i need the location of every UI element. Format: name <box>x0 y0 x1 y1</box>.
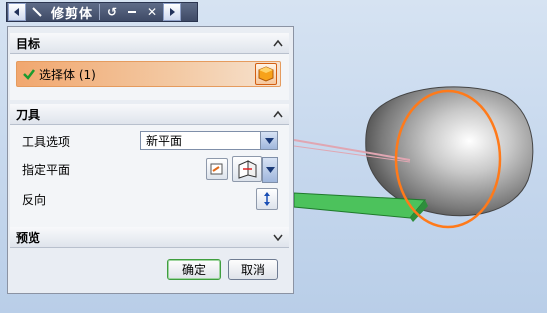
select-body-label: 选择体 (1) <box>39 67 96 82</box>
checkmark-icon <box>23 68 35 80</box>
solid-body-icon[interactable] <box>255 63 277 85</box>
cancel-button-label: 取消 <box>240 263 265 277</box>
chevron-up-icon[interactable] <box>270 106 286 122</box>
section-target-header[interactable]: 目标 <box>10 33 289 54</box>
ok-button[interactable]: 确定 <box>167 259 221 280</box>
section-target-title: 目标 <box>16 36 41 51</box>
tool-option-value: 新平面 <box>146 134 183 148</box>
inferred-plane-icon[interactable] <box>232 156 262 182</box>
reverse-label: 反向 <box>22 192 47 207</box>
section-tool-title: 刀具 <box>16 107 41 122</box>
dialog-footer: 确定 取消 <box>10 255 289 289</box>
right-arrow-icon[interactable] <box>163 3 182 21</box>
tool-option-row: 工具选项 新平面 <box>10 127 289 155</box>
reset-icon[interactable]: ↺ <box>103 3 121 21</box>
pin-icon[interactable] <box>28 3 46 21</box>
section-tool: 刀具 工具选项 新平面 指定平面 反向 <box>10 104 289 229</box>
titlebar-divider <box>99 4 101 20</box>
section-tool-header[interactable]: 刀具 <box>10 104 289 125</box>
chevron-down-icon[interactable] <box>260 132 277 149</box>
trimmed-body <box>365 86 534 217</box>
chevron-down-icon[interactable] <box>270 229 286 245</box>
specify-plane-label: 指定平面 <box>22 162 71 177</box>
select-body-row[interactable]: 选择体 (1) <box>16 61 281 87</box>
cancel-button[interactable]: 取消 <box>228 259 278 280</box>
reverse-direction-icon[interactable] <box>256 188 278 210</box>
chevron-down-icon[interactable] <box>262 157 278 183</box>
trim-body-dialog: 目标 选择体 (1) 刀具 工具选项 新平面 指定平面 反向 预览 确定 取消 <box>7 26 294 294</box>
dialog-titlebar[interactable]: 修剪体 ↺ ✕ <box>6 2 198 22</box>
minimize-icon[interactable] <box>123 3 141 21</box>
section-tool-body: 工具选项 新平面 指定平面 反向 <box>10 125 289 229</box>
reverse-row: 反向 <box>10 185 289 213</box>
section-preview: 预览 <box>10 227 289 248</box>
ok-button-label: 确定 <box>181 263 206 277</box>
tool-option-select[interactable]: 新平面 <box>140 131 278 150</box>
section-preview-title: 预览 <box>16 230 41 245</box>
plane-dialog-icon[interactable] <box>206 158 228 180</box>
left-arrow-icon[interactable] <box>8 3 26 21</box>
chevron-up-icon[interactable] <box>270 35 286 51</box>
section-preview-header[interactable]: 预览 <box>10 227 289 248</box>
tool-option-label: 工具选项 <box>22 134 71 149</box>
dialog-title: 修剪体 <box>51 6 94 22</box>
close-icon[interactable]: ✕ <box>143 3 161 21</box>
specify-plane-row: 指定平面 <box>10 155 289 183</box>
